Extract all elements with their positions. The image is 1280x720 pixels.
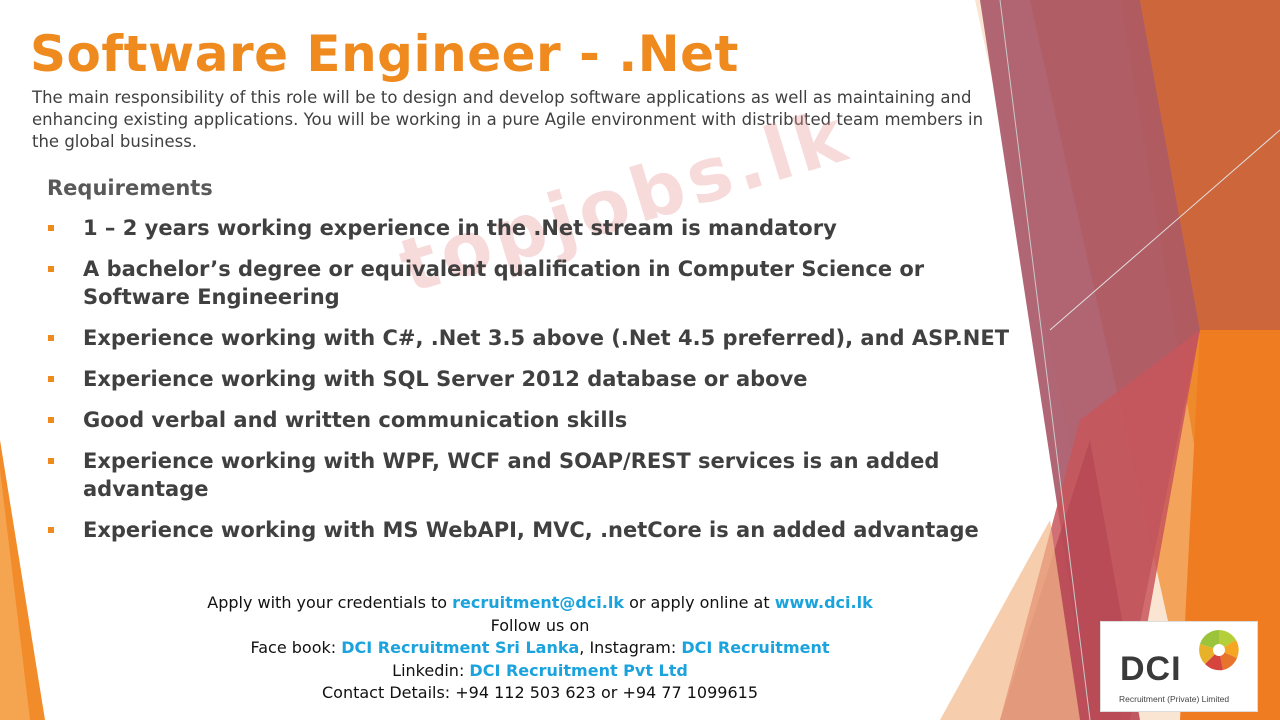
bullet-icon [48,458,54,464]
instagram-link[interactable]: DCI Recruitment [681,638,829,657]
linkedin-link[interactable]: DCI Recruitment Pvt Ltd [469,661,687,680]
requirements-heading: Requirements [47,176,213,200]
requirement-text: Experience working with MS WebAPI, MVC, … [83,518,979,542]
bullet-icon [48,376,54,382]
follow-line: Follow us on [490,615,590,635]
list-item: Experience working with MS WebAPI, MVC, … [47,516,1037,544]
linkedin-line: Linkedin: DCI Recruitment Pvt Ltd [140,660,940,683]
list-item: Experience working with WPF, WCF and SOA… [47,447,1037,503]
requirement-text: Good verbal and written communication sk… [83,408,628,432]
apply-line: Apply with your credentials to recruitme… [140,592,940,615]
bullet-icon [48,527,54,533]
logo-tagline: Recruitment (Private) Limited [1119,694,1230,704]
requirements-list: 1 – 2 years working experience in the .N… [47,214,1037,557]
list-item: Experience working with SQL Server 2012 … [47,365,1037,393]
apply-prefix: Apply with your credentials to [207,593,453,612]
requirement-text: A bachelor’s degree or equivalent qualif… [83,257,925,309]
website-link[interactable]: www.dci.lk [775,593,873,612]
bullet-icon [48,335,54,341]
requirement-text: Experience working with SQL Server 2012 … [83,367,808,391]
contact-footer: Apply with your credentials to recruitme… [140,592,940,705]
list-item: Experience working with C#, .Net 3.5 abo… [47,324,1037,352]
role-description: The main responsibility of this role wil… [32,88,984,151]
dci-logo: DCI Recruitment (Private) Limited [1100,621,1258,712]
page-title: Software Engineer - .Net [30,25,739,83]
facebook-link[interactable]: DCI Recruitment Sri Lanka [341,638,579,657]
requirement-text: Experience working with C#, .Net 3.5 abo… [83,326,1010,350]
linkedin-label: Linkedin: [392,660,470,680]
list-item: A bachelor’s degree or equivalent qualif… [47,255,1037,311]
list-item: Good verbal and written communication sk… [47,406,1037,434]
instagram-label: , Instagram: [579,638,682,657]
social-line: Face book: DCI Recruitment Sri Lanka, In… [140,637,940,660]
requirement-text: 1 – 2 years working experience in the .N… [83,216,837,240]
apply-mid: or apply online at [623,593,775,612]
facebook-label: Face book: [250,638,342,657]
requirement-text: Experience working with WPF, WCF and SOA… [83,449,940,501]
contact-line: Contact Details: +94 112 503 623 or +94 … [321,683,758,702]
bullet-icon [48,417,54,423]
bullet-icon [48,225,54,231]
logo-name: DCI [1120,650,1182,688]
email-link[interactable]: recruitment@dci.lk [452,593,624,612]
bullet-icon [48,266,54,272]
color-wheel-icon [1199,630,1239,671]
list-item: 1 – 2 years working experience in the .N… [47,214,1037,242]
